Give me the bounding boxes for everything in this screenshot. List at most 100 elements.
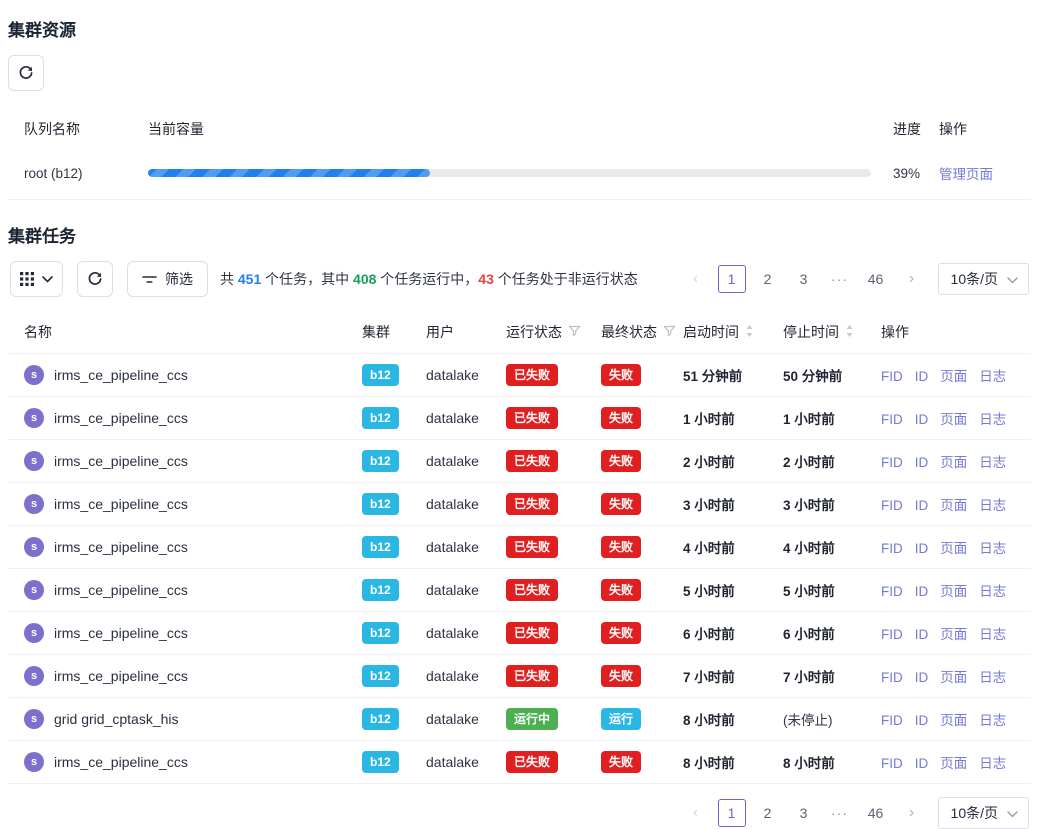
manage-page-link[interactable]: 管理页面 (939, 167, 993, 182)
table-row: s irms_ce_pipeline_ccs b12 datalake 已失败 … (8, 397, 1031, 440)
op-log-link[interactable]: 日志 (979, 584, 1006, 599)
op-id-link[interactable]: ID (915, 627, 929, 642)
task-name: irms_ce_pipeline_ccs (54, 453, 188, 469)
op-fid-link[interactable]: FID (881, 713, 903, 728)
final-status-badge: 失败 (601, 579, 641, 601)
op-page-link[interactable]: 页面 (940, 713, 967, 728)
task-user: datalake (426, 410, 506, 426)
tasks-title: 集群任务 (8, 222, 1031, 247)
pagination-page-3[interactable]: 3 (790, 799, 818, 827)
task-user: datalake (426, 367, 506, 383)
column-queue-name: 队列名称 (8, 119, 148, 139)
op-fid-link[interactable]: FID (881, 498, 903, 513)
task-user: datalake (426, 582, 506, 598)
op-page-link[interactable]: 页面 (940, 756, 967, 771)
tasks-table-header: 名称 集群 用户 运行状态 最终状态 启动时间 停止时间 操作 (8, 311, 1031, 354)
pagination-page-3[interactable]: 3 (790, 265, 818, 293)
op-page-link[interactable]: 页面 (940, 498, 967, 513)
stop-time-sorter-icon[interactable] (845, 324, 854, 341)
stop-time: (未停止) (783, 709, 881, 729)
pagination-page-46[interactable]: 46 (862, 265, 890, 293)
op-page-link[interactable]: 页面 (940, 412, 967, 427)
pagination-prev[interactable]: ‹ (682, 265, 710, 293)
op-log-link[interactable]: 日志 (979, 713, 1006, 728)
page-size-select[interactable]: 10条/页 (938, 797, 1029, 829)
resources-refresh-button[interactable] (8, 55, 44, 91)
op-page-link[interactable]: 页面 (940, 670, 967, 685)
op-log-link[interactable]: 日志 (979, 670, 1006, 685)
run-status-badge: 已失败 (506, 450, 558, 472)
tasks-refresh-button[interactable] (77, 261, 113, 297)
op-id-link[interactable]: ID (915, 670, 929, 685)
avatar: s (24, 537, 44, 557)
op-log-link[interactable]: 日志 (979, 412, 1006, 427)
op-page-link[interactable]: 页面 (940, 455, 967, 470)
op-id-link[interactable]: ID (915, 756, 929, 771)
row-ops: FID ID 页面日志 (881, 666, 1031, 686)
page-size-select[interactable]: 10条/页 (938, 263, 1029, 295)
task-user: datalake (426, 711, 506, 727)
cluster-badge: b12 (362, 493, 399, 515)
op-fid-link[interactable]: FID (881, 756, 903, 771)
row-ops: FID ID 页面日志 (881, 709, 1031, 729)
op-fid-link[interactable]: FID (881, 455, 903, 470)
pagination-page-1[interactable]: 1 (718, 799, 746, 827)
table-row: s irms_ce_pipeline_ccs b12 datalake 已失败 … (8, 741, 1031, 784)
row-ops: FID ID 页面日志 (881, 451, 1031, 471)
column-run-status: 运行状态 (506, 322, 562, 342)
table-row: s irms_ce_pipeline_ccs b12 datalake 已失败 … (8, 612, 1031, 655)
pagination-ellipsis[interactable]: ··· (826, 265, 854, 293)
column-progress: 进度 (873, 119, 939, 139)
pagination-next[interactable]: › (898, 799, 926, 827)
op-id-link[interactable]: ID (915, 713, 929, 728)
op-fid-link[interactable]: FID (881, 412, 903, 427)
op-page-link[interactable]: 页面 (940, 584, 967, 599)
op-id-link[interactable]: ID (915, 498, 929, 513)
op-page-link[interactable]: 页面 (940, 627, 967, 642)
columns-menu-button[interactable] (10, 261, 63, 297)
op-id-link[interactable]: ID (915, 369, 929, 384)
column-start-time: 启动时间 (683, 322, 739, 342)
op-fid-link[interactable]: FID (881, 369, 903, 384)
op-fid-link[interactable]: FID (881, 541, 903, 556)
pagination-next[interactable]: › (898, 265, 926, 293)
run-status-filter-icon[interactable] (568, 324, 581, 340)
start-time: 7 小时前 (683, 666, 783, 686)
op-fid-link[interactable]: FID (881, 670, 903, 685)
op-log-link[interactable]: 日志 (979, 369, 1006, 384)
task-name: irms_ce_pipeline_ccs (54, 582, 188, 598)
row-ops: FID ID 页面日志 (881, 623, 1031, 643)
cluster-badge: b12 (362, 450, 399, 472)
op-log-link[interactable]: 日志 (979, 756, 1006, 771)
pagination-page-2[interactable]: 2 (754, 265, 782, 293)
pagination-prev[interactable]: ‹ (682, 799, 710, 827)
op-id-link[interactable]: ID (915, 455, 929, 470)
op-id-link[interactable]: ID (915, 541, 929, 556)
final-status-filter-icon[interactable] (663, 324, 676, 340)
op-page-link[interactable]: 页面 (940, 369, 967, 384)
op-log-link[interactable]: 日志 (979, 541, 1006, 556)
cluster-badge: b12 (362, 751, 399, 773)
op-fid-link[interactable]: FID (881, 627, 903, 642)
final-status-badge: 失败 (601, 536, 641, 558)
table-row: s irms_ce_pipeline_ccs b12 datalake 已失败 … (8, 354, 1031, 397)
task-name: irms_ce_pipeline_ccs (54, 539, 188, 555)
filter-button[interactable]: 筛选 (127, 261, 208, 297)
column-final-status: 最终状态 (601, 322, 657, 342)
pagination-ellipsis[interactable]: ··· (826, 799, 854, 827)
start-time: 3 小时前 (683, 494, 783, 514)
op-log-link[interactable]: 日志 (979, 455, 1006, 470)
pagination-page-1[interactable]: 1 (718, 265, 746, 293)
pagination-page-46[interactable]: 46 (862, 799, 890, 827)
op-page-link[interactable]: 页面 (940, 541, 967, 556)
start-time-sorter-icon[interactable] (745, 324, 754, 341)
tasks-summary: 共 451 个任务，其中 408 个任务运行中，43 个任务处于非运行状态 (220, 269, 638, 289)
op-id-link[interactable]: ID (915, 584, 929, 599)
op-log-link[interactable]: 日志 (979, 627, 1006, 642)
op-fid-link[interactable]: FID (881, 584, 903, 599)
pagination-page-2[interactable]: 2 (754, 799, 782, 827)
count-green: 408 (353, 271, 376, 287)
op-log-link[interactable]: 日志 (979, 498, 1006, 513)
op-id-link[interactable]: ID (915, 412, 929, 427)
start-time: 1 小时前 (683, 408, 783, 428)
